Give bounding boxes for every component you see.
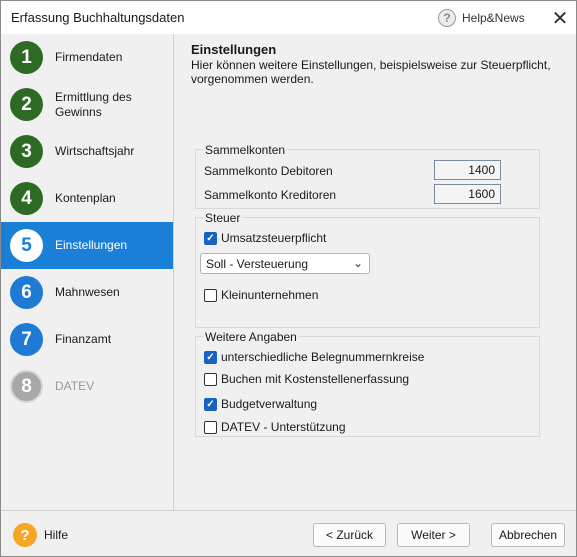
step-label: Firmendaten — [55, 50, 123, 64]
versteuerung-select[interactable]: Soll - Versteuerung ⌄ — [200, 253, 370, 274]
step-mahnwesen[interactable]: 6 Mahnwesen — [1, 269, 173, 316]
step-number-badge: 2 — [10, 88, 43, 121]
step-datev: 8 DATEV — [1, 363, 173, 410]
group-title: Sammelkonten — [203, 143, 288, 157]
step-content-panel: Einstellungen Hier können weitere Einste… — [175, 34, 576, 510]
page-title: Einstellungen — [191, 42, 277, 57]
page-description: Hier können weitere Einstellungen, beisp… — [191, 58, 551, 86]
group-title: Steuer — [203, 211, 243, 225]
budgetverwaltung-checkbox[interactable]: ✓ Budgetverwaltung — [204, 396, 317, 412]
step-wirtschaftsjahr[interactable]: 3 Wirtschaftsjahr — [1, 128, 173, 175]
kreditoren-field[interactable] — [434, 184, 501, 204]
checkbox-unchecked-icon — [204, 420, 217, 434]
step-label: Finanzamt — [55, 332, 112, 346]
step-label: Ermittlung des Gewinns — [55, 89, 132, 119]
debitoren-field[interactable] — [434, 160, 501, 180]
step-label: DATEV — [55, 379, 95, 393]
help-icon[interactable]: ? — [13, 523, 37, 547]
step-ermittlung-des-gewinns[interactable]: 2 Ermittlung des Gewinns — [1, 81, 173, 128]
checkbox-unchecked-icon — [204, 288, 217, 302]
group-title: Weitere Angaben — [203, 330, 299, 344]
checkbox-unchecked-icon — [204, 372, 217, 386]
steuer-group: Steuer ✓ Umsatzsteuerpflicht Soll - Vers… — [195, 211, 540, 328]
checkbox-label: Buchen mit Kostenstellenerfassung — [221, 372, 410, 386]
datev-unterstuetzung-checkbox[interactable]: DATEV - Unterstützung — [204, 419, 346, 435]
checkbox-label: DATEV - Unterstützung — [221, 420, 346, 434]
step-kontenplan[interactable]: 4 Kontenplan — [1, 175, 173, 222]
step-einstellungen[interactable]: 5 Einstellungen — [1, 222, 173, 269]
window-title: Erfassung Buchhaltungsdaten — [11, 10, 185, 25]
step-number-badge: 6 — [10, 276, 43, 309]
chevron-down-icon: ⌄ — [352, 256, 363, 270]
step-number-badge: 8 — [10, 370, 43, 403]
checkbox-label: unterschiedliche Belegnummernkreise — [221, 350, 425, 364]
next-button[interactable]: Weiter > — [397, 523, 470, 547]
help-news-label: Help&News — [462, 11, 525, 25]
sammelkonten-group: Sammelkonten Sammelkonto Debitoren Samme… — [195, 143, 540, 209]
checkbox-label: Umsatzsteuerpflicht — [221, 231, 327, 245]
wizard-window: Erfassung Buchhaltungsdaten ? Help&News … — [0, 0, 577, 557]
step-number-badge: 4 — [10, 182, 43, 215]
step-number-badge: 3 — [10, 135, 43, 168]
step-label: Wirtschaftsjahr — [55, 144, 135, 158]
kleinunternehmen-checkbox[interactable]: Kleinunternehmen — [204, 287, 318, 303]
checkbox-label: Kleinunternehmen — [221, 288, 319, 302]
checkbox-checked-icon: ✓ — [204, 231, 217, 245]
checkbox-checked-icon: ✓ — [204, 350, 217, 364]
umsatzsteuerpflicht-checkbox[interactable]: ✓ Umsatzsteuerpflicht — [204, 230, 326, 246]
kreditoren-label: Sammelkonto Kreditoren — [204, 188, 337, 202]
back-button[interactable]: < Zurück — [313, 523, 386, 547]
debitoren-label: Sammelkonto Debitoren — [204, 164, 333, 178]
step-number-badge: 7 — [10, 323, 43, 356]
step-firmendaten[interactable]: 1 Firmendaten — [1, 34, 173, 81]
cancel-button[interactable]: Abbrechen — [491, 523, 565, 547]
wizard-footer: ? Hilfe < Zurück Weiter > Abbrechen — [1, 510, 576, 556]
title-bar: Erfassung Buchhaltungsdaten ? Help&News … — [1, 1, 576, 34]
help-label[interactable]: Hilfe — [44, 528, 68, 542]
belegnummernkreise-checkbox[interactable]: ✓ unterschiedliche Belegnummernkreise — [204, 349, 424, 365]
step-label: Kontenplan — [55, 191, 116, 205]
checkbox-checked-icon: ✓ — [204, 397, 217, 411]
step-label: Mahnwesen — [55, 285, 120, 299]
checkbox-label: Budgetverwaltung — [221, 397, 318, 411]
weitere-angaben-group: Weitere Angaben ✓ unterschiedliche Beleg… — [195, 330, 540, 437]
help-news-button[interactable]: ? Help&News — [438, 8, 525, 28]
step-number-badge: 5 — [10, 229, 43, 262]
close-icon[interactable]: ✕ — [547, 5, 573, 31]
step-label: Einstellungen — [55, 238, 128, 252]
wizard-steps-sidebar: 1 Firmendaten 2 Ermittlung des Gewinns 3… — [1, 34, 174, 510]
step-number-badge: 1 — [10, 41, 43, 74]
kostenstellenerfassung-checkbox[interactable]: Buchen mit Kostenstellenerfassung — [204, 371, 409, 387]
help-circle-icon: ? — [438, 9, 456, 27]
step-finanzamt[interactable]: 7 Finanzamt — [1, 316, 173, 363]
select-value: Soll - Versteuerung — [206, 256, 309, 271]
